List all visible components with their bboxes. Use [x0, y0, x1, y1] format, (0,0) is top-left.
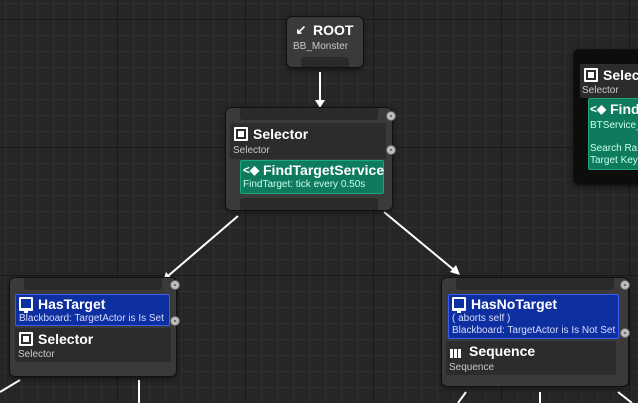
- sequence-title: Sequence: [469, 343, 536, 359]
- breakpoint-dot[interactable]: [170, 280, 180, 290]
- offscreen-service-subtitle: BTService_: [590, 120, 638, 131]
- hasnotarget-subtitle: Blackboard: TargetActor is Is Not Set: [452, 325, 616, 336]
- service-subtitle: FindTarget: tick every 0.50s: [243, 179, 366, 190]
- sequence-icon: [450, 344, 464, 358]
- composite-icon: [234, 127, 248, 141]
- breakpoint-dot[interactable]: [386, 111, 396, 121]
- hastarget-decorator[interactable]: HasTarget Blackboard: TargetActor is Is …: [15, 294, 170, 326]
- root-subtitle: BB_Monster: [293, 41, 349, 52]
- wire-arrow-head: [450, 265, 460, 275]
- wire-arrow-head: [315, 100, 325, 108]
- wire-offscreen: [457, 391, 467, 403]
- wire-offscreen: [617, 391, 633, 403]
- hastarget-selector-title: Selector: [38, 331, 94, 347]
- offscreen-selector-node[interactable]: Selecto Selector <◆ Find BTService_ Sear…: [574, 50, 638, 184]
- wire-offscreen: [0, 379, 21, 393]
- breakpoint-dot[interactable]: [170, 316, 180, 326]
- selector-input-pin[interactable]: [240, 108, 378, 120]
- root-icon: ↙: [295, 22, 307, 37]
- hasnotarget-aborts: ( aborts self ): [452, 313, 511, 324]
- hastarget-selector-header: Selector Selector: [15, 328, 171, 362]
- hastarget-title: HasTarget: [38, 296, 106, 312]
- offscreen-selector-title: Selecto: [603, 67, 638, 83]
- find-target-service[interactable]: <◆ FindTargetService FindTarget: tick ev…: [240, 160, 384, 194]
- wire-selector-to-hastarget: [167, 215, 239, 277]
- selector-header: Selector Selector: [230, 123, 386, 159]
- wire-selector-to-hasnotarget: [383, 211, 455, 271]
- offscreen-service-line2: Target Key: [590, 155, 638, 166]
- hastarget-selector-node[interactable]: HasTarget Blackboard: TargetActor is Is …: [10, 278, 180, 376]
- service-icon: <◆: [242, 163, 260, 177]
- selector-subtitle: Selector: [233, 145, 270, 156]
- decorator-icon: [19, 297, 33, 313]
- root-title: ROOT: [313, 22, 354, 38]
- offscreen-service[interactable]: <◆ Find BTService_ Search Ra Target Key: [588, 98, 638, 170]
- root-output-pin[interactable]: [301, 57, 349, 67]
- offscreen-selector-subtitle: Selector: [582, 85, 619, 96]
- offscreen-service-title: Find: [610, 101, 638, 117]
- hastarget-input-pin[interactable]: [24, 278, 162, 290]
- service-title: FindTargetService: [263, 162, 385, 178]
- hasnotarget-decorator[interactable]: HasNoTarget ( aborts self ) Blackboard: …: [448, 294, 619, 339]
- decorator-icon: [452, 297, 466, 313]
- composite-icon: [19, 332, 33, 346]
- root-node[interactable]: ↙ ROOT BB_Monster: [287, 17, 363, 67]
- selector-title: Selector: [253, 126, 309, 142]
- hasnotarget-title: HasNoTarget: [471, 296, 558, 312]
- service-icon: <◆: [589, 102, 607, 116]
- offscreen-selector-header: Selecto Selector: [580, 64, 638, 98]
- hastarget-selector-subtitle: Selector: [18, 349, 55, 360]
- breakpoint-dot[interactable]: [620, 280, 630, 290]
- hasnotarget-input-pin[interactable]: [456, 278, 614, 290]
- sequence-header: Sequence Sequence: [446, 341, 616, 375]
- breakpoint-dot[interactable]: [620, 328, 630, 338]
- sequence-subtitle: Sequence: [449, 362, 495, 373]
- composite-icon: [584, 68, 598, 82]
- offscreen-service-line1: Search Ra: [590, 143, 638, 154]
- hastarget-subtitle: Blackboard: TargetActor is Is Set: [19, 313, 164, 324]
- selector-node[interactable]: Selector Selector <◆ FindTargetService F…: [226, 108, 396, 210]
- breakpoint-dot[interactable]: [386, 145, 396, 155]
- selector-output-pin[interactable]: [240, 198, 378, 210]
- hasnotarget-sequence-node[interactable]: HasNoTarget ( aborts self ) Blackboard: …: [442, 278, 630, 386]
